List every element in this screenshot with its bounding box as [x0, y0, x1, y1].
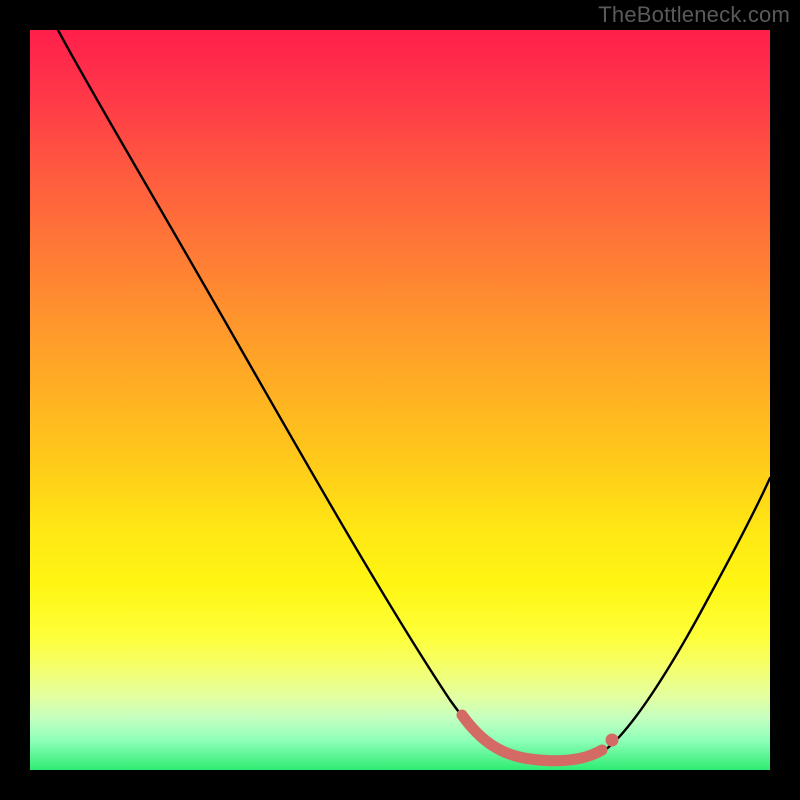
watermark-text: TheBottleneck.com — [598, 2, 790, 28]
accent-segment — [462, 715, 602, 761]
curve-path — [58, 30, 770, 762]
plot-area — [30, 30, 770, 770]
accent-end-dot — [606, 734, 619, 747]
bottleneck-curve — [30, 30, 770, 770]
chart-frame: TheBottleneck.com — [0, 0, 800, 800]
